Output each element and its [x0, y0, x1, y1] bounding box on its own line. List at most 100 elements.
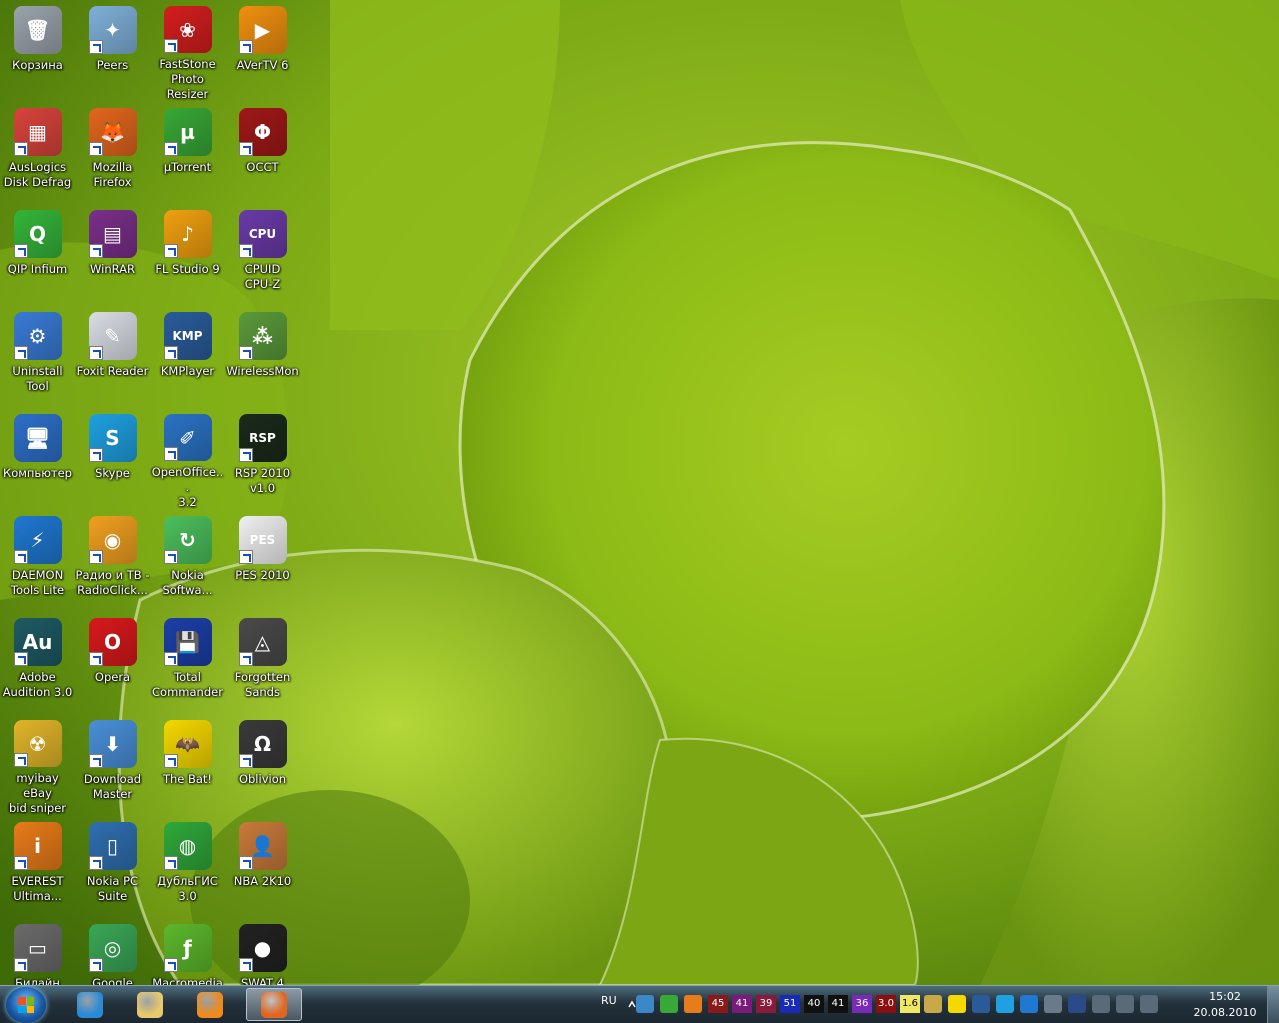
tray-temp-2[interactable]: 41	[732, 995, 752, 1013]
taskbar-button-ie[interactable]	[62, 988, 118, 1021]
winrar-icon: ▤	[88, 210, 137, 258]
desktop-icon-openoffice[interactable]: ✐ OpenOffice... 3.2	[150, 408, 225, 510]
desktop-icon-label: Forgotten Sands	[234, 670, 291, 699]
skype-tray-icon[interactable]	[996, 995, 1014, 1013]
desktop-icon-label: WinRAR	[90, 262, 135, 276]
network-monitor-icon[interactable]	[636, 995, 654, 1013]
desktop-icon-dublgis[interactable]: ◍ ДубльГИС 3.0	[150, 816, 225, 918]
desktop-icon-avertv[interactable]: ▶ AVerTV 6	[225, 0, 300, 102]
desktop-icon-label: Oblivion	[238, 772, 287, 786]
desktop-icon-disk-defrag[interactable]: ▦ AusLogics Disk Defrag	[0, 102, 75, 204]
tray-temp-4[interactable]: 51	[780, 995, 800, 1013]
tray-temp-1[interactable]: 45	[708, 995, 728, 1013]
desktop-icon-pes[interactable]: PES PES 2010	[225, 510, 300, 612]
desktop-icon-download-master[interactable]: ⬇ Download Master	[75, 714, 150, 816]
radiation-icon: ☢	[13, 720, 62, 767]
desktop-icon-forgotten-sands[interactable]: ◬ Forgotten Sands	[225, 612, 300, 714]
desktop-icon-faststone[interactable]: ❀ FastStone Photo Resizer	[150, 0, 225, 102]
everest-tray-icon[interactable]	[684, 995, 702, 1013]
tray-temp-3[interactable]: 39	[756, 995, 776, 1013]
desktop-icon-opera[interactable]: O Opera	[75, 612, 150, 714]
shortcut-arrow-icon	[88, 40, 103, 54]
volume-icon[interactable]	[1092, 995, 1110, 1013]
desktop-icon-label: NBA 2K10	[233, 874, 292, 888]
computer-icon: 🖥	[13, 414, 62, 462]
bat-tray-icon[interactable]	[948, 995, 966, 1013]
skype-icon: S	[88, 414, 137, 462]
desktop-icon-occt[interactable]: Φ OCCT	[225, 102, 300, 204]
qip-tray-icon[interactable]	[972, 995, 990, 1013]
dublgis-icon: ◍	[163, 822, 212, 870]
winrar-tray-icon[interactable]	[1068, 995, 1086, 1013]
media-player-icon	[197, 991, 223, 1018]
desktop-icon-everest[interactable]: i EVEREST Ultima...	[0, 816, 75, 918]
start-button[interactable]	[6, 987, 46, 1023]
desktop-icon-wirelessmon[interactable]: ⁂ WirelessMon	[225, 306, 300, 408]
shortcut-arrow-icon	[238, 40, 253, 54]
desktop-icon-fl-studio[interactable]: ♪ FL Studio 9	[150, 204, 225, 306]
desktop-icon-skype[interactable]: S Skype	[75, 408, 150, 510]
nba-2k10-icon: 👤	[238, 822, 287, 870]
desktop-icon-label: OCCT	[246, 160, 279, 174]
shortcut-arrow-icon	[88, 958, 103, 972]
shortcut-arrow-icon	[88, 652, 103, 666]
desktop-icon-label: µTorrent	[163, 160, 212, 174]
desktop-icon-oblivion[interactable]: Ω Oblivion	[225, 714, 300, 816]
desktop-icon-foxit[interactable]: ✎ Foxit Reader	[75, 306, 150, 408]
download-tray-icon[interactable]	[1044, 995, 1062, 1013]
shortcut-arrow-icon	[88, 856, 103, 870]
everest-icon: i	[13, 822, 62, 870]
desktop-icon-label: WirelessMon	[226, 364, 299, 378]
desktop-icon-radio-tv[interactable]: ◉ Радио и ТВ - RadioClick...	[75, 510, 150, 612]
desktop-icon-firefox[interactable]: 🦊 Mozilla Firefox	[75, 102, 150, 204]
desktop-icon-peers[interactable]: ✦ Peers	[75, 0, 150, 102]
openoffice-icon: ✐	[163, 414, 212, 461]
desktop-icon-winrar[interactable]: ▤ WinRAR	[75, 204, 150, 306]
shortcut-arrow-icon	[13, 244, 28, 258]
desktop-icon-recycle-bin[interactable]: 🗑 Корзина	[0, 0, 75, 102]
desktop-icon-cpu-z[interactable]: CPU CPUID CPU-Z	[225, 204, 300, 306]
daemon-tray-icon[interactable]	[1020, 995, 1038, 1013]
utorrent-tray-icon[interactable]	[660, 995, 678, 1013]
desktop-icon-total-commander[interactable]: 💾 Total Commander	[150, 612, 225, 714]
tray-voltage[interactable]: 3.0	[876, 995, 896, 1013]
tray-temp-6[interactable]: 41	[828, 995, 848, 1013]
desktop-icon-label: The Bat!	[162, 772, 213, 786]
desktop-icon-the-bat[interactable]: 🦇 The Bat!	[150, 714, 225, 816]
shortcut-arrow-icon	[163, 447, 178, 461]
desktop-icon-nba-2k10[interactable]: 👤 NBA 2K10	[225, 816, 300, 918]
desktop-icon-label: Uninstall Tool	[12, 364, 63, 393]
language-indicator[interactable]: RU	[601, 994, 617, 1007]
taskbar-button-explorer[interactable]	[122, 988, 178, 1021]
desktop-icon-kmplayer[interactable]: KMP KMPlayer	[150, 306, 225, 408]
taskbar-button-media-player[interactable]	[182, 988, 238, 1021]
clock[interactable]: 15:02 20.08.2010	[1190, 989, 1260, 1021]
tray-temp-7[interactable]: 36	[852, 995, 872, 1013]
desktop-icon-label: AVerTV 6	[236, 58, 289, 72]
desktop-icon-computer[interactable]: 🖥 Компьютер	[0, 408, 75, 510]
desktop-icon-nokia-software[interactable]: ↻ Nokia Softwa...	[150, 510, 225, 612]
desktop-icon-nokia-pc-suite[interactable]: ▯ Nokia PC Suite	[75, 816, 150, 918]
tray-temp-5[interactable]: 40	[804, 995, 824, 1013]
shortcut-arrow-icon	[238, 652, 253, 666]
shortcut-arrow-icon	[238, 244, 253, 258]
desktop-icon-rsp[interactable]: RSP RSP 2010 v1.0	[225, 408, 300, 510]
recycle-bin-icon: 🗑	[13, 6, 62, 54]
desktop-icon-label: FastStone Photo Resizer	[159, 57, 216, 101]
show-desktop-button[interactable]	[1267, 986, 1279, 1023]
shortcut-arrow-icon	[163, 142, 178, 156]
tray-clock-speed[interactable]: 1.6	[900, 995, 920, 1013]
desktop-icon-daemon-tools[interactable]: ⚡ DAEMON Tools Lite	[0, 510, 75, 612]
tool-icon[interactable]	[924, 995, 942, 1013]
desktop-icon-radiation[interactable]: ☢ myibay eBay bid sniper	[0, 714, 75, 816]
desktop-icon-qip[interactable]: Q QIP Infium	[0, 204, 75, 306]
desktop-icon-uninstall-tool[interactable]: ⚙ Uninstall Tool	[0, 306, 75, 408]
desktop-icon-utorrent[interactable]: µ µTorrent	[150, 102, 225, 204]
action-center-flag-icon[interactable]	[1140, 995, 1158, 1013]
shortcut-arrow-icon	[163, 754, 178, 768]
pes-icon: PES	[238, 516, 287, 564]
network-icon[interactable]	[1116, 995, 1134, 1013]
shortcut-arrow-icon	[88, 754, 103, 768]
desktop-icon-adobe-audition[interactable]: Au Adobe Audition 3.0	[0, 612, 75, 714]
taskbar-button-firefox[interactable]	[246, 988, 302, 1021]
